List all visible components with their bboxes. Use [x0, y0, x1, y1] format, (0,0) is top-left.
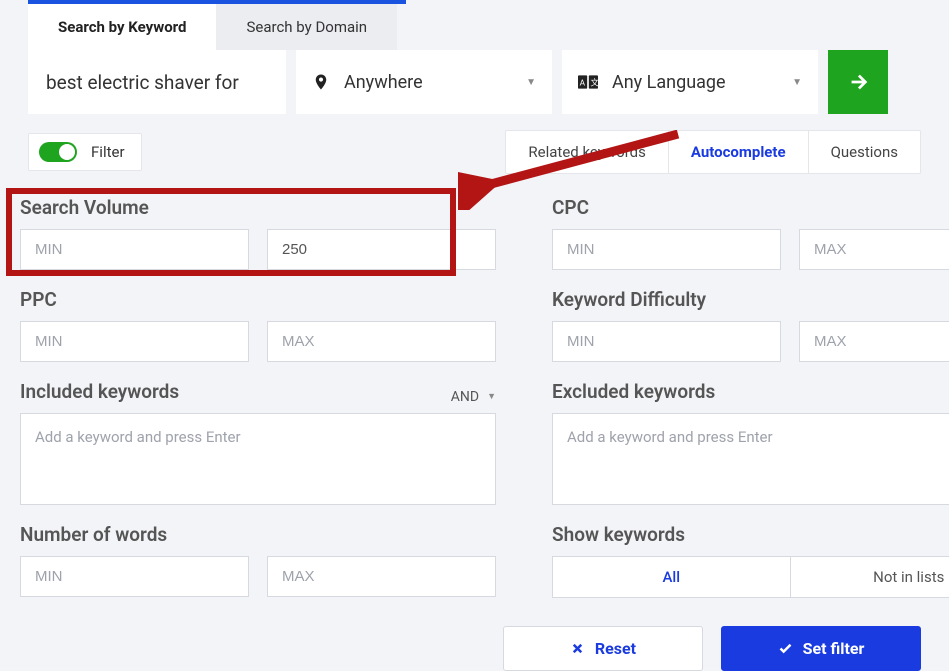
- cpc-max-input[interactable]: [799, 229, 949, 270]
- close-icon: [570, 641, 585, 656]
- reset-label: Reset: [595, 639, 636, 658]
- ppc-max-input[interactable]: [267, 321, 496, 362]
- tab-search-by-domain[interactable]: Search by Domain: [216, 4, 397, 50]
- language-dropdown[interactable]: A文 Any Language ▼: [562, 50, 818, 114]
- words-max-input[interactable]: [267, 556, 496, 597]
- filter-toggle-box[interactable]: Filter: [28, 133, 142, 171]
- cpc-filter: CPC: [552, 196, 949, 270]
- tab-questions[interactable]: Questions: [809, 131, 920, 173]
- chevron-down-icon: ▼: [487, 391, 496, 402]
- included-keywords-placeholder: Add a keyword and press Enter: [35, 428, 241, 446]
- location-dropdown[interactable]: Anywhere ▼: [296, 50, 552, 114]
- set-filter-button[interactable]: Set filter: [721, 626, 921, 671]
- language-value: Any Language: [612, 72, 726, 93]
- chevron-down-icon: ▼: [792, 77, 802, 88]
- chevron-down-icon: ▼: [526, 77, 536, 88]
- ppc-title: PPC: [20, 288, 496, 311]
- keyword-difficulty-title: Keyword Difficulty: [552, 288, 949, 311]
- show-all-button[interactable]: All: [553, 557, 791, 597]
- search-volume-title: Search Volume: [20, 196, 496, 219]
- keyword-search-input[interactable]: best electric shaver for: [28, 50, 286, 114]
- location-pin-icon: [312, 73, 330, 91]
- cpc-title: CPC: [552, 196, 949, 219]
- show-keywords-filter: Show keywords All Not in lists: [552, 523, 949, 598]
- filter-toggle-switch[interactable]: [39, 142, 77, 162]
- included-keywords-title: Included keywords: [20, 380, 179, 403]
- show-keywords-title: Show keywords: [552, 523, 949, 546]
- svg-text:A: A: [580, 78, 586, 88]
- included-keywords-input[interactable]: Add a keyword and press Enter: [20, 413, 496, 505]
- kd-min-input[interactable]: [552, 321, 781, 362]
- number-of-words-filter: Number of words: [20, 523, 496, 598]
- location-value: Anywhere: [344, 72, 423, 93]
- keyword-difficulty-filter: Keyword Difficulty: [552, 288, 949, 362]
- cpc-min-input[interactable]: [552, 229, 781, 270]
- ppc-filter: PPC: [20, 288, 496, 362]
- excluded-keywords-placeholder: Add a keyword and press Enter: [567, 428, 773, 446]
- included-logic-value: AND: [451, 389, 479, 405]
- keyword-search-value: best electric shaver for: [46, 71, 239, 94]
- check-icon: [778, 641, 793, 656]
- excluded-keywords-title: Excluded keywords: [552, 380, 715, 403]
- search-volume-filter: Search Volume: [20, 196, 496, 270]
- excluded-keywords-input[interactable]: Add a keyword and press Enter: [552, 413, 949, 505]
- kd-max-input[interactable]: [799, 321, 949, 362]
- number-of-words-title: Number of words: [20, 523, 496, 546]
- words-min-input[interactable]: [20, 556, 249, 597]
- language-icon: A文: [578, 75, 598, 89]
- excluded-keywords-filter: Excluded keywords OR ▼ Add a keyword and…: [552, 380, 949, 505]
- search-button[interactable]: [828, 50, 888, 114]
- filter-label: Filter: [91, 143, 125, 161]
- search-volume-min-input[interactable]: [20, 229, 249, 270]
- show-not-in-lists-button[interactable]: Not in lists: [791, 557, 949, 597]
- search-volume-max-input[interactable]: [267, 229, 496, 270]
- tab-search-by-keyword[interactable]: Search by Keyword: [28, 4, 216, 50]
- arrow-right-icon: [847, 71, 869, 93]
- tab-related-keywords[interactable]: Related keywords: [506, 131, 668, 173]
- ppc-min-input[interactable]: [20, 321, 249, 362]
- set-filter-label: Set filter: [803, 639, 865, 658]
- reset-button[interactable]: Reset: [503, 626, 703, 671]
- included-keywords-filter: Included keywords AND ▼ Add a keyword an…: [20, 380, 496, 505]
- tab-autocomplete[interactable]: Autocomplete: [669, 131, 809, 173]
- included-logic-dropdown[interactable]: AND ▼: [451, 389, 496, 405]
- svg-text:文: 文: [591, 77, 599, 88]
